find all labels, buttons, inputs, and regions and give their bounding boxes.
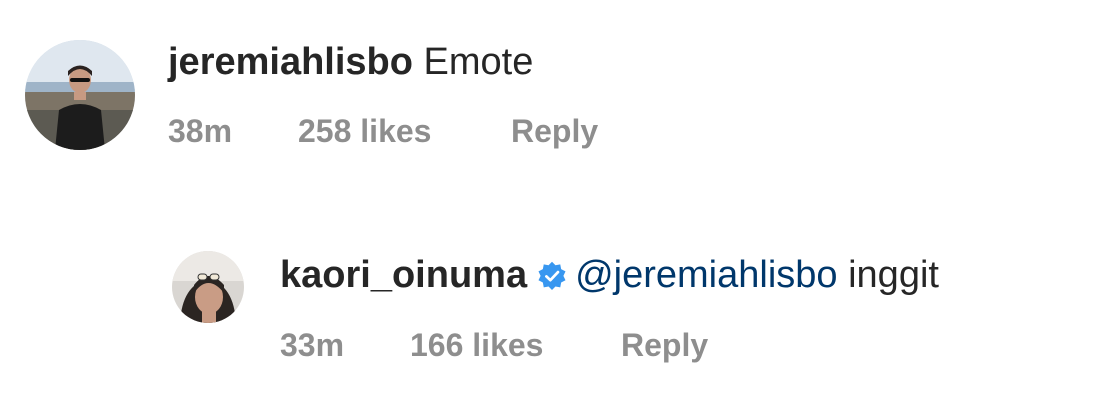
avatar-image xyxy=(172,251,244,323)
likes-count[interactable]: 258 likes xyxy=(298,112,511,150)
reply-button[interactable]: Reply xyxy=(621,326,708,364)
username[interactable]: kaori_oinuma xyxy=(280,254,527,296)
comment-text: inggit xyxy=(848,254,939,296)
avatar[interactable] xyxy=(172,251,244,323)
username[interactable]: jeremiahlisbo xyxy=(168,41,413,83)
comment-meta: 38m 258 likes Reply xyxy=(168,112,598,150)
reply-button[interactable]: Reply xyxy=(511,112,598,150)
avatar[interactable] xyxy=(25,40,135,150)
mention-link[interactable]: @jeremiahlisbo xyxy=(575,254,837,296)
comment-meta: 33m 166 likes Reply xyxy=(280,326,708,364)
comment-time: 38m xyxy=(168,113,233,149)
comment-line: kaori_oinuma @jeremiahlisbo inggit xyxy=(280,253,939,301)
comment-text: Emote xyxy=(423,41,534,83)
comment-line: jeremiahlisbo Emote xyxy=(168,40,533,84)
verified-badge-icon xyxy=(537,257,567,301)
likes-count[interactable]: 166 likes xyxy=(410,326,621,364)
avatar-image xyxy=(25,40,135,150)
comment-time: 33m xyxy=(280,327,345,363)
